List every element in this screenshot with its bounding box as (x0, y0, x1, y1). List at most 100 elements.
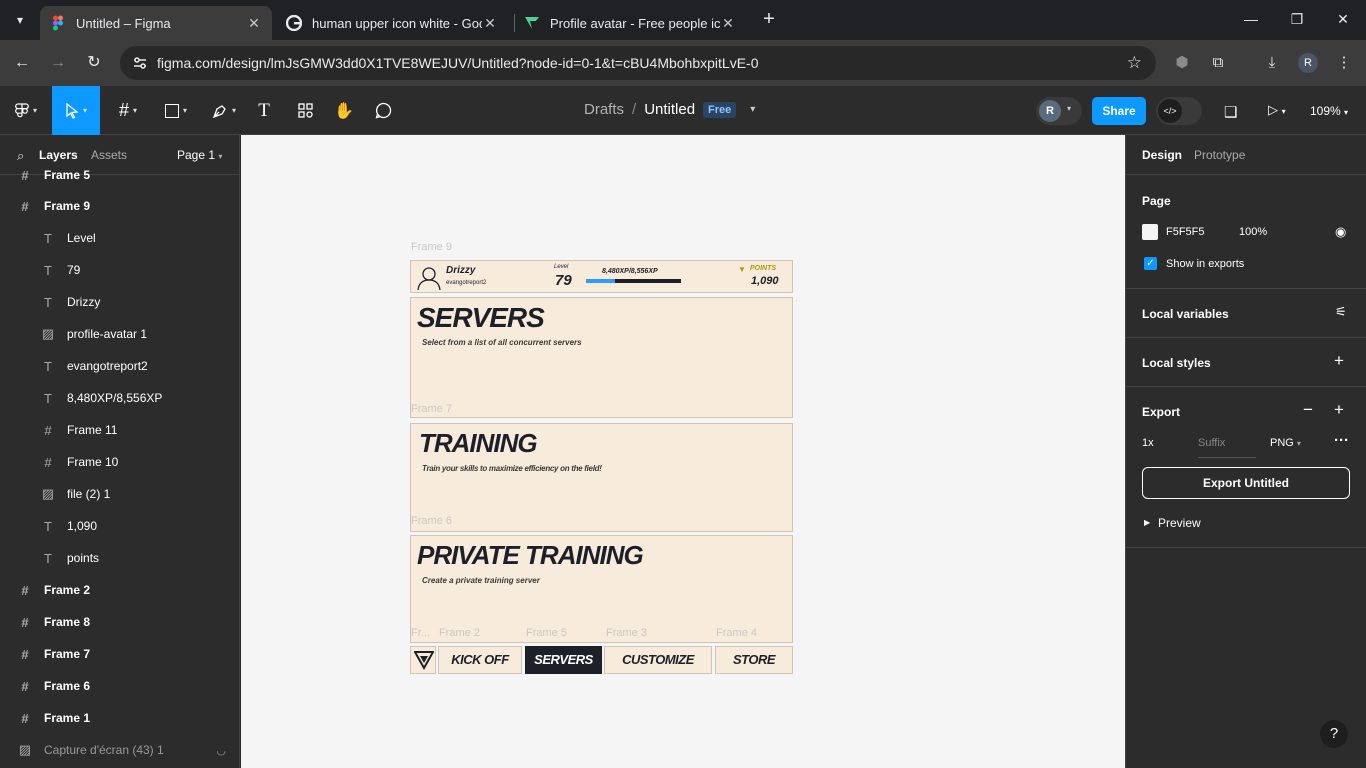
frame-label[interactable]: Frame 5 (526, 627, 567, 639)
resources-tool-button[interactable] (292, 86, 318, 135)
layer-row[interactable]: ▨ profile-avatar 1 (0, 318, 239, 350)
tab-google[interactable]: human upper icon white - Goo ✕ (276, 6, 508, 40)
show-in-exports-checkbox[interactable]: ✓ (1144, 257, 1157, 270)
site-settings-icon[interactable] (132, 55, 148, 71)
layer-row[interactable]: T Drizzy (0, 286, 239, 318)
export-format-select[interactable]: PNG ▾ (1270, 437, 1301, 449)
chevron-down-icon[interactable]: ▾ (750, 104, 755, 115)
layer-row[interactable]: T 79 (0, 254, 239, 286)
layer-row[interactable]: ▨ Capture d'écran (43) 1 ◡ (0, 734, 239, 766)
nav-customize[interactable]: CUSTOMIZE (604, 646, 712, 674)
profile-header-frame[interactable]: Drizzy evangotreport2 Level 79 8,480XP/8… (410, 260, 793, 293)
frame-label[interactable]: Frame 7 (411, 403, 452, 415)
download-icon[interactable]: ⤓ (1261, 52, 1283, 74)
drafts-link[interactable]: Drafts (584, 101, 624, 118)
minimize-icon[interactable]: — (1240, 8, 1262, 30)
library-book-icon[interactable]: ❑ (1224, 103, 1237, 121)
layer-row[interactable]: # Frame 8 (0, 606, 239, 638)
nav-kick-off[interactable]: KICK OFF (438, 646, 522, 674)
pen-nib-icon (212, 104, 226, 118)
layer-row[interactable]: # Frame 5 (0, 159, 239, 191)
nav-servers[interactable]: SERVERS (525, 646, 602, 674)
tab-design[interactable]: Design (1142, 148, 1182, 162)
page-color-value[interactable]: F5F5F5 (1166, 226, 1205, 238)
layer-label: 79 (67, 263, 81, 277)
share-button[interactable]: Share (1092, 97, 1146, 125)
back-arrow-icon[interactable]: ← (10, 51, 34, 75)
export-title: Export (1142, 405, 1181, 419)
frame-label[interactable]: Frame 9 (411, 241, 452, 253)
preview-toggle[interactable]: Preview (1158, 516, 1201, 530)
layer-row[interactable]: # Frame 1 (0, 702, 239, 734)
servers-frame[interactable]: SERVERS Select from a list of all concur… (410, 297, 793, 418)
shape-tool-button[interactable]: ▾ (156, 86, 196, 135)
frame-label[interactable]: Frame 6 (411, 515, 452, 527)
comment-tool-button[interactable] (372, 86, 394, 135)
local-variables-title[interactable]: Local variables (1142, 307, 1229, 321)
layer-row[interactable]: # Frame 11 (0, 414, 239, 446)
hidden-eye-icon[interactable]: ◡ (216, 744, 226, 757)
help-question-icon[interactable]: ? (1320, 720, 1348, 748)
file-title[interactable]: Untitled (644, 101, 695, 118)
close-tab-icon[interactable]: ✕ (246, 15, 262, 32)
layer-row[interactable]: T 8,480XP/8,556XP (0, 382, 239, 414)
add-style-plus-icon[interactable]: + (1334, 351, 1344, 371)
address-field[interactable]: figma.com/design/lmJsGMW3dd0X1TVE8WEJUV/… (120, 46, 1156, 80)
add-export-plus-icon[interactable]: + (1334, 400, 1344, 420)
forward-arrow-icon[interactable]: → (46, 51, 70, 75)
extensions-puzzle-icon[interactable]: ⧉ (1207, 52, 1229, 74)
nav-store[interactable]: STORE (715, 646, 793, 674)
remove-export-minus-icon[interactable]: − (1303, 400, 1313, 420)
restore-icon[interactable]: ❐ (1286, 8, 1308, 30)
extension-robot-icon[interactable]: ⬢ (1171, 52, 1193, 74)
browser-menu-icon[interactable]: ⋮ (1333, 52, 1355, 74)
bookmark-star-icon[interactable]: ☆ (1127, 53, 1142, 73)
tab-search-chevron-icon[interactable]: ▾ (8, 8, 32, 32)
close-tab-icon[interactable]: ✕ (482, 15, 498, 32)
layer-row[interactable]: # Frame 2 (0, 574, 239, 606)
frame-tool-button[interactable]: # ▾ (108, 86, 148, 135)
visibility-eye-icon[interactable]: ◉ (1335, 224, 1346, 240)
design-canvas[interactable]: Frame 9 Drizzy evangotreport2 Level 79 8… (241, 135, 1125, 768)
page-opacity-value[interactable]: 100% (1239, 226, 1267, 238)
export-scale[interactable]: 1x (1142, 437, 1154, 449)
frame-label[interactable]: Frame 4 (716, 627, 757, 639)
frame-label[interactable]: Frame 2 (439, 627, 480, 639)
reload-icon[interactable]: ↻ (82, 51, 106, 75)
preview-caret-icon[interactable]: ▶ (1144, 518, 1150, 527)
present-play-icon[interactable]: ▷ ▾ (1268, 102, 1286, 118)
new-tab-plus-icon[interactable]: + (758, 8, 780, 30)
hand-tool-button[interactable]: ✋ (332, 86, 356, 135)
layer-row[interactable]: # Frame 7 (0, 638, 239, 670)
text-tool-button[interactable]: T (252, 86, 276, 135)
close-tab-icon[interactable]: ✕ (720, 15, 736, 32)
tab-figma[interactable]: Untitled – Figma ✕ (40, 6, 272, 40)
layer-row[interactable]: Tpoints (0, 542, 239, 574)
variables-sliders-icon[interactable]: ⚟ (1335, 304, 1347, 320)
logo-frame[interactable] (410, 646, 436, 674)
pen-tool-button[interactable]: ▾ (204, 86, 244, 135)
frame-label[interactable]: Frame 3 (606, 627, 647, 639)
dev-mode-toggle[interactable]: </> (1156, 97, 1202, 125)
move-tool-button[interactable]: ▾ (52, 86, 100, 135)
frame-label[interactable]: Fr... (411, 627, 430, 639)
main-menu-button[interactable]: ▾ (8, 86, 44, 135)
export-suffix-input[interactable]: Suffix (1198, 437, 1256, 458)
close-window-icon[interactable]: ✕ (1332, 8, 1354, 30)
browser-profile-avatar[interactable]: R (1298, 53, 1318, 73)
layer-row[interactable]: T 1,090 (0, 510, 239, 542)
tab-prototype[interactable]: Prototype (1194, 148, 1245, 162)
tab-flaticon[interactable]: Profile avatar - Free people icon ✕ (514, 6, 746, 40)
zoom-level-dropdown[interactable]: 109% ▾ (1310, 104, 1348, 118)
export-button[interactable]: Export Untitled (1142, 467, 1350, 499)
layer-row[interactable]: T Level (0, 222, 239, 254)
export-more-options-icon[interactable]: ··· (1334, 432, 1349, 449)
layer-row[interactable]: ▨ file (2) 1 (0, 478, 239, 510)
layer-row[interactable]: # Frame 10 (0, 446, 239, 478)
training-frame[interactable]: TRAINING Train your skills to maximize e… (410, 423, 793, 532)
layer-row[interactable]: # Frame 9 (0, 190, 239, 222)
layer-row[interactable]: Tevangotreport2 (0, 350, 239, 382)
multiplayer-user-button[interactable]: R ▾ (1036, 97, 1082, 125)
page-color-swatch[interactable] (1142, 224, 1158, 240)
layer-row[interactable]: # Frame 6 (0, 670, 239, 702)
